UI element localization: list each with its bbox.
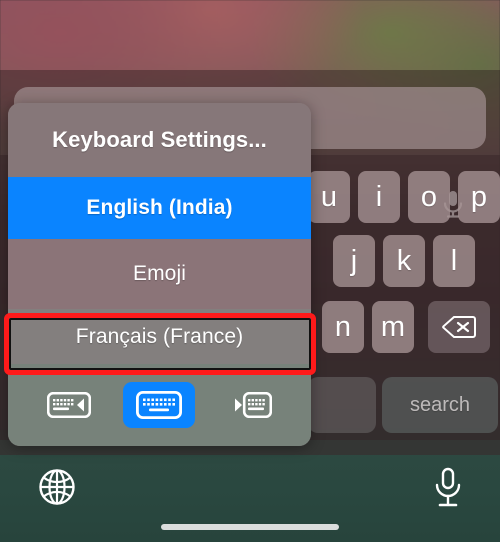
key-m[interactable]: m [372,301,414,353]
menu-item-label: English (India) [86,196,233,219]
menu-item-label: Emoji [132,262,186,285]
space-key[interactable] [308,377,376,433]
key-l[interactable]: l [433,235,475,287]
menu-item-label: Français (France) [75,324,244,348]
key-p[interactable]: p [458,171,500,223]
globe-icon[interactable] [38,468,76,506]
keyboard-language-popup: Keyboard Settings... English (India) Emo… [8,103,311,446]
key-n[interactable]: n [322,301,364,353]
menu-item-english-india[interactable]: English (India) [8,177,311,239]
key-k[interactable]: k [383,235,425,287]
menu-item-francais-france[interactable]: Français (France) [8,309,311,364]
key-i[interactable]: i [358,171,400,223]
keyboard-dock-left-icon[interactable] [37,385,101,425]
menu-item-emoji[interactable]: Emoji [8,239,311,309]
search-key[interactable]: search [382,377,498,433]
keyboard-layout-toolbar [8,364,311,446]
key-o[interactable]: o [408,171,450,223]
key-j[interactable]: j [333,235,375,287]
menu-item-label: Keyboard Settings... [52,127,267,152]
phone-screen: u i o p j k l n m search Keyboard Settin… [0,0,500,542]
keyboard-full-icon[interactable] [123,382,196,428]
key-u[interactable]: u [308,171,350,223]
home-indicator[interactable] [161,524,339,530]
menu-item-keyboard-settings[interactable]: Keyboard Settings... [8,103,311,177]
keyboard-dock-right-icon[interactable] [218,385,282,425]
backspace-icon[interactable] [428,301,490,353]
microphone-icon[interactable] [432,466,464,510]
